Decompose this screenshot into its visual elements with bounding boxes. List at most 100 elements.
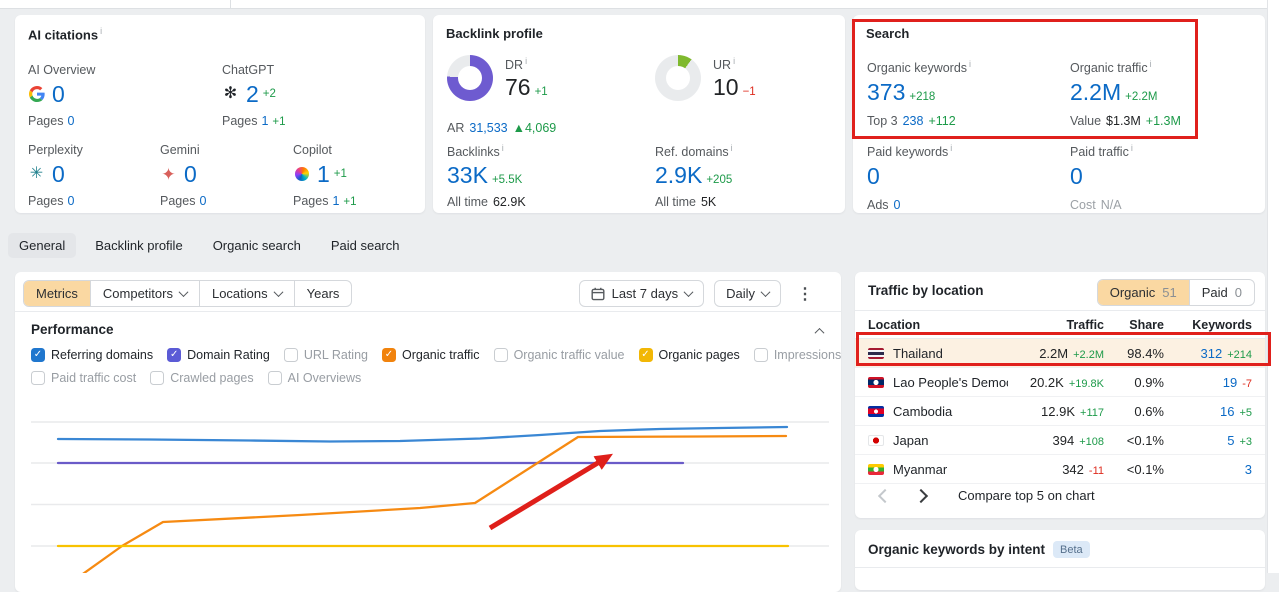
backlinks-label: Backlinks i: [447, 143, 504, 160]
ai-metric-value[interactable]: 1: [317, 162, 330, 186]
ai-metric-pages: Pages 0: [28, 194, 75, 209]
location-row-lao-people-s-democratic-reput[interactable]: Lao People's Democratic Reput 20.2K+19.8K…: [855, 368, 1265, 397]
location-name: Myanmar: [893, 461, 948, 477]
column-header-traffic[interactable]: Traffic: [1008, 318, 1104, 332]
ai-metric-pages-value[interactable]: 0: [67, 114, 74, 128]
ai-metric-label: Perplexity: [28, 143, 83, 157]
segment-competitors[interactable]: Competitors: [89, 281, 199, 306]
ref-domains-value[interactable]: 2.9K: [655, 162, 702, 188]
location-table-header: Location Traffic Share Keywords: [855, 312, 1265, 339]
ai-metric-change: +1: [333, 168, 347, 181]
ref-domains-change: +205: [706, 174, 733, 187]
search-metric-organic-traffic: Organic traffic i 2.2M +2.2M Value $1.3M +1.3M: [1070, 59, 1186, 128]
search-metric-label: Paid traffic i: [1070, 143, 1133, 160]
date-range-button[interactable]: Last 7 days: [578, 280, 705, 307]
location-row-thailand[interactable]: Thailand 2.2M +2.2M 98.4% 312 +214: [855, 339, 1265, 368]
keywords-link[interactable]: 312: [1201, 346, 1223, 361]
prev-page-chevron-icon[interactable]: [877, 488, 893, 503]
checkbox-organic-pages[interactable]: ✓ Organic pages: [638, 348, 740, 362]
backlink-profile-title: Backlink profile: [446, 26, 543, 41]
scrollbar-track[interactable]: [1267, 0, 1279, 573]
search-metric-value[interactable]: 0: [1070, 163, 1083, 189]
ahrefs-rank-value[interactable]: 31,533: [469, 121, 507, 135]
tab-organic-search[interactable]: Organic search: [202, 233, 312, 258]
checkbox-ai-overviews[interactable]: AI Overviews: [267, 371, 361, 385]
ai-metric-pages: Pages 0: [160, 194, 207, 209]
location-row-japan[interactable]: Japan 394 +108 <0.1% 5 +3: [855, 426, 1265, 455]
ai-metric-value[interactable]: 0: [52, 82, 65, 106]
granularity-button[interactable]: Daily: [714, 280, 781, 307]
traffic-by-location-title: Traffic by location: [868, 283, 984, 298]
checked-checkbox-icon: ✓: [638, 348, 653, 362]
tab-general[interactable]: General: [8, 233, 77, 258]
location-name: Lao People's Democratic Reput: [893, 374, 1008, 390]
info-icon: i: [1149, 59, 1152, 69]
location-row-myanmar[interactable]: Myanmar 342 -11 <0.1% 3: [855, 455, 1265, 484]
checkbox-label: Organic pages: [658, 348, 740, 362]
ai-metric-ai-overview: AI Overview 0 Pages 0: [28, 63, 95, 128]
checkbox-referring-domains[interactable]: ✓ Referring domains: [31, 348, 153, 362]
tab-backlink-profile[interactable]: Backlink profile: [84, 233, 193, 258]
checkbox-crawled-pages[interactable]: Crawled pages: [150, 371, 254, 385]
more-options-kebab-icon[interactable]: ⋮: [791, 282, 819, 306]
backlinks-value[interactable]: 33K: [447, 162, 488, 188]
organic-toggle[interactable]: Organic 51: [1097, 280, 1189, 305]
checkbox-impressions[interactable]: Impressions: [753, 348, 841, 362]
checkbox-paid-traffic-cost[interactable]: Paid traffic cost: [31, 371, 136, 385]
checkbox-domain-rating[interactable]: ✓ Domain Rating: [167, 348, 270, 362]
column-header-keywords[interactable]: Keywords: [1164, 318, 1252, 332]
collapse-chevron-up-icon[interactable]: [814, 327, 825, 338]
checkbox-organic-traffic-value[interactable]: Organic traffic value: [493, 348, 625, 362]
keywords-by-intent-title: Organic keywords by intent Beta: [868, 541, 1090, 558]
info-icon: i: [969, 59, 972, 69]
column-header-location[interactable]: Location: [868, 318, 1008, 332]
search-metric-value[interactable]: 373: [867, 79, 905, 105]
search-metric-value[interactable]: 0: [867, 163, 880, 189]
keywords-link[interactable]: 5: [1227, 433, 1234, 448]
ai-metric-label: Copilot: [293, 143, 332, 157]
next-page-chevron-icon[interactable]: [913, 488, 929, 503]
checkbox-label: Referring domains: [51, 348, 154, 362]
checkbox-label: Domain Rating: [187, 348, 270, 362]
checkbox-label: Organic traffic: [401, 348, 480, 362]
ahrefs-rank-change: ▲4,069: [512, 121, 557, 135]
paid-toggle[interactable]: Paid 0: [1188, 280, 1254, 305]
ai-metric-pages-value[interactable]: 1: [261, 114, 268, 128]
perplexity-icon: ✳: [29, 165, 44, 183]
ai-metric-pages-value[interactable]: 0: [67, 194, 74, 208]
location-row-cambodia[interactable]: Cambodia 12.9K +117 0.6% 16 +5: [855, 397, 1265, 426]
keywords-link[interactable]: 16: [1220, 404, 1234, 419]
compare-top5-link[interactable]: Compare top 5 on chart: [958, 488, 1095, 503]
checkbox-label: Organic traffic value: [513, 348, 625, 362]
checkbox-organic-traffic[interactable]: ✓ Organic traffic: [381, 348, 480, 362]
ai-metric-pages-value[interactable]: 0: [199, 194, 206, 208]
info-icon: i: [733, 56, 736, 66]
checked-checkbox-icon: ✓: [381, 348, 396, 362]
search-metric-organic-keywords: Organic keywords i 373 +218 Top 3 238 +112: [867, 59, 971, 128]
tab-paid-search[interactable]: Paid search: [320, 233, 411, 258]
keywords-link[interactable]: 19: [1223, 375, 1237, 390]
segment-metrics[interactable]: Metrics: [24, 281, 90, 306]
ai-metric-value[interactable]: 0: [184, 162, 197, 186]
ai-metric-value[interactable]: 0: [52, 162, 65, 186]
search-metric-label: Organic keywords i: [867, 59, 972, 76]
keywords-link[interactable]: 3: [1245, 462, 1252, 477]
traffic-cell: 394 +108: [1052, 432, 1104, 448]
segment-locations[interactable]: Locations: [198, 281, 294, 306]
ref-domains-alltime: All time 5K: [655, 195, 717, 210]
location-name: Japan: [893, 432, 929, 448]
checkbox-url-rating[interactable]: URL Rating: [283, 348, 368, 362]
ai-metric-value[interactable]: 2: [246, 82, 259, 106]
copilot-icon: [293, 166, 310, 183]
ai-metric-pages: Pages 1 +1: [293, 194, 357, 209]
column-header-share[interactable]: Share: [1104, 318, 1164, 332]
ai-metric-chatgpt: ChatGPT ✻ 2 +2 Pages 1 +1: [222, 63, 290, 128]
ai-metric-pages-value[interactable]: 1: [332, 194, 339, 208]
ai-metric-perplexity: Perplexity ✳ 0 Pages 0: [28, 143, 83, 208]
dr-change: +1: [534, 86, 548, 99]
search-metric-value[interactable]: 2.2M: [1070, 79, 1121, 105]
segment-years[interactable]: Years: [293, 281, 352, 306]
ai-citations-card: AI citations i AI Overview 0 Pages 0 ChatGPT ✻…: [15, 15, 425, 213]
cambodia-flag-icon: [868, 405, 884, 417]
search-metric-label: Organic traffic i: [1070, 59, 1152, 76]
